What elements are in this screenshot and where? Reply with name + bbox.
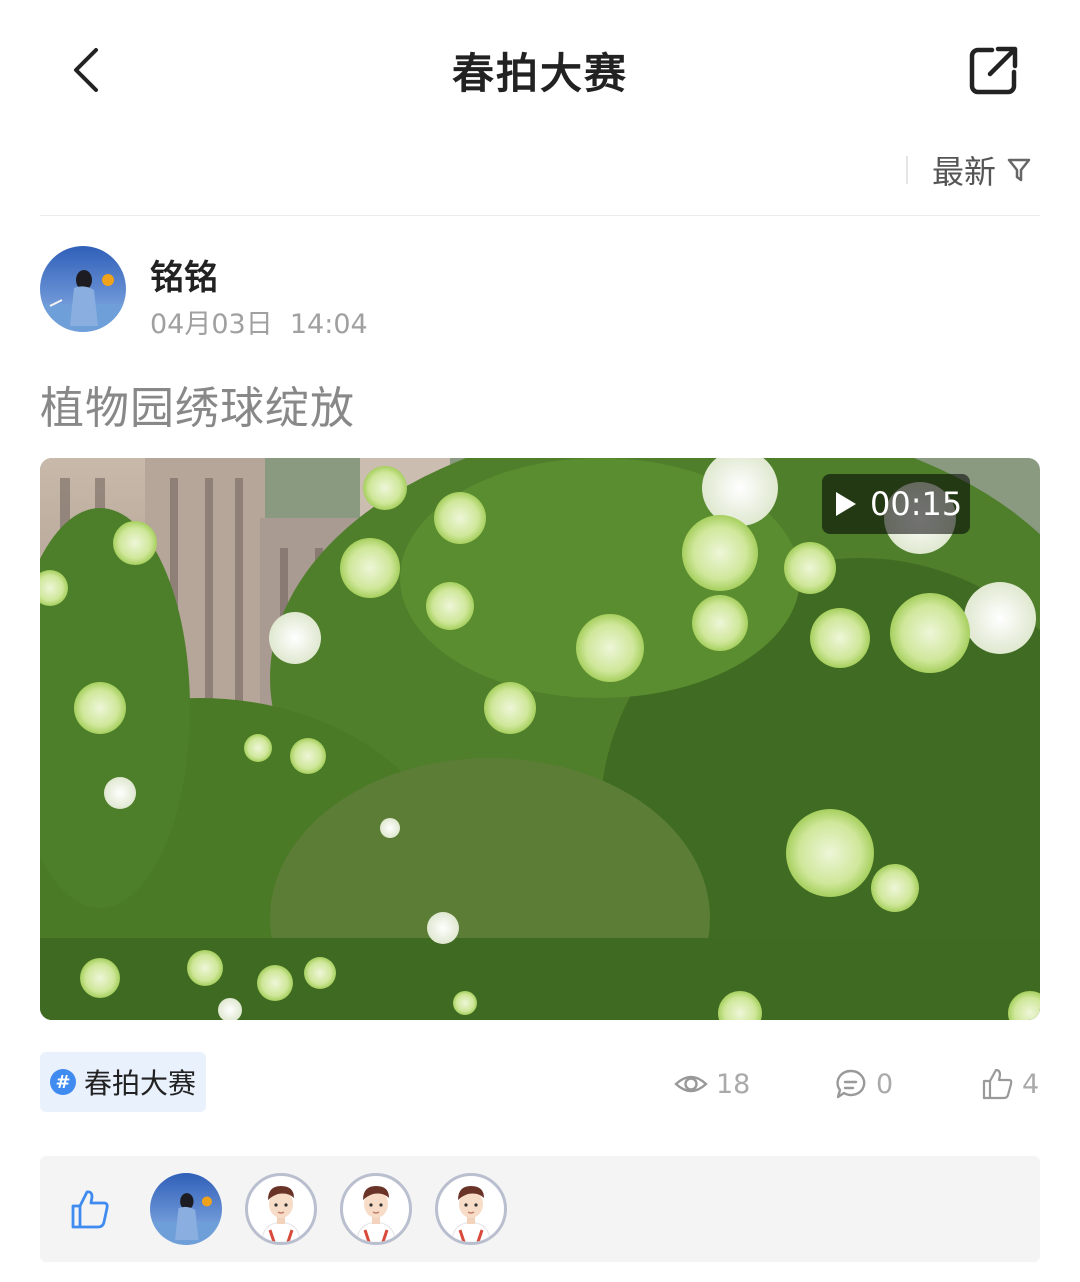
likers-bar [40, 1156, 1040, 1262]
share-external-icon [969, 46, 1018, 95]
liker-avatar[interactable] [150, 1173, 222, 1245]
author-avatar[interactable] [40, 246, 126, 332]
sort-bar: 最新 [40, 140, 1040, 216]
sort-label: 最新 [932, 153, 997, 191]
author-avatar-image [40, 246, 126, 332]
sort-divider [906, 156, 908, 184]
page-title: 春拍大赛 [451, 49, 628, 98]
eye-icon [674, 1075, 708, 1093]
liker-avatar-image [150, 1173, 222, 1245]
default-avatar-image [451, 1186, 491, 1242]
hashtag-icon: # [50, 1069, 76, 1095]
play-icon [836, 492, 856, 516]
app-header: 春拍大赛 [0, 0, 1080, 140]
author-name[interactable]: 铭铭 [150, 250, 218, 299]
view-count: 18 [674, 1064, 750, 1104]
share-button[interactable] [964, 40, 1024, 100]
comment-icon [836, 1069, 866, 1099]
video-duration-badge: 00:15 [822, 474, 970, 534]
comment-count-value: 0 [876, 1068, 894, 1100]
like-button[interactable]: 4 [980, 1064, 1039, 1104]
topic-tag[interactable]: # 春拍大赛 [40, 1052, 207, 1112]
liker-avatar[interactable] [340, 1173, 412, 1245]
default-avatar-image [261, 1186, 301, 1242]
video-thumbnail-image [40, 458, 1040, 1020]
video-thumbnail[interactable] [40, 458, 1040, 1020]
like-count-value: 4 [1022, 1068, 1040, 1100]
sort-dropdown[interactable]: 最新 [932, 148, 1032, 192]
comment-button[interactable]: 0 [834, 1064, 893, 1104]
video-duration: 00:15 [870, 485, 963, 523]
post-timestamp: 04月03日 14:04 [150, 309, 368, 340]
default-avatar-image [356, 1186, 396, 1242]
thumbs-up-icon[interactable] [70, 1188, 110, 1230]
liker-avatar[interactable] [245, 1173, 317, 1245]
view-count-value: 18 [716, 1068, 751, 1100]
thumbs-up-outline-icon [982, 1068, 1013, 1100]
filter-icon [1007, 158, 1031, 182]
topic-label: 春拍大赛 [84, 1067, 197, 1100]
liker-avatar[interactable] [435, 1173, 507, 1245]
post-text: 植物园绣球绽放 [40, 383, 355, 434]
